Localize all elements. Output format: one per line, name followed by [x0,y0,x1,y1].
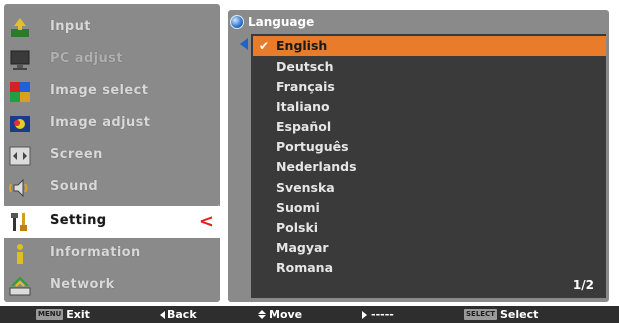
language-label: English [276,38,328,53]
active-chevron-icon: < [198,211,214,232]
move-hint: Move [258,308,302,321]
setting-icon [8,210,32,234]
pc-adjust-icon [8,48,32,72]
left-arrow-icon [160,310,165,319]
menu-item-pc-adjust[interactable]: PC adjust [4,44,220,76]
menu-item-network[interactable]: Network [4,270,220,302]
menu-key-icon: MENU [36,309,64,320]
main-menu-sidebar: Input PC adjust Image select Image adjus… [2,4,224,302]
language-option-espanol[interactable]: Español [276,117,576,137]
exit-hint-label: Exit [66,308,90,321]
menu-item-label: Network [50,277,115,292]
menu-item-label: Information [50,245,141,260]
menu-item-input[interactable]: Input [4,12,220,44]
bottom-hint-bar: MENU Exit Back Move ----- SELECT Select [0,306,619,323]
menu-item-information[interactable]: Information [4,238,220,270]
back-hint: Back [160,308,197,321]
information-icon [8,242,32,266]
menu-item-label: Sound [50,179,99,194]
right-hint-label: ----- [371,308,394,321]
image-adjust-icon [8,112,32,136]
input-icon [8,16,32,40]
panel-title-text: Language [248,15,315,29]
right-hint: ----- [362,308,394,321]
menu-item-label: Setting [50,213,107,228]
network-icon [8,274,32,298]
screen-icon [8,144,32,168]
sound-icon [8,176,32,200]
language-option-polski[interactable]: Polski [276,218,576,238]
menu-item-screen[interactable]: Screen [4,140,220,172]
select-key-icon: SELECT [464,309,497,320]
select-hint-label: Select [499,308,539,321]
menu-item-label: Image select [50,83,149,98]
up-down-arrow-icon [258,310,266,319]
checkmark-icon: ✔ [259,39,270,53]
language-option-svenska[interactable]: Svenska [276,178,576,198]
language-option-romana[interactable]: Romana [276,258,576,278]
menu-item-image-select[interactable]: Image select [4,76,220,108]
panel-title: Language [230,13,314,31]
exit-hint: MENU Exit [36,308,90,321]
menu-item-label: PC adjust [50,51,123,66]
menu-item-setting[interactable]: Setting < [2,206,224,238]
language-option-francais[interactable]: Français [276,77,576,97]
language-option-suomi[interactable]: Suomi [276,198,576,218]
language-panel: Language ✔ English Deutsch Français Ital… [228,10,609,302]
select-hint: SELECT Select [464,308,538,321]
language-list: ✔ English Deutsch Français Italiano Espa… [251,34,606,298]
back-hint-label: Back [167,308,197,321]
menu-item-sound[interactable]: Sound [4,172,220,204]
language-option-english[interactable]: ✔ English [253,36,606,56]
menu-item-label: Image adjust [50,115,151,130]
language-option-italiano[interactable]: Italiano [276,97,576,117]
page-indicator: 1/2 [572,278,594,292]
globe-icon [230,15,244,29]
language-option-portugues[interactable]: Português [276,137,576,157]
language-option-deutsch[interactable]: Deutsch [276,57,576,77]
move-hint-label: Move [269,308,303,321]
image-select-icon [8,80,32,104]
back-arrow-icon[interactable] [240,38,248,50]
right-arrow-icon [362,310,367,319]
menu-item-image-adjust[interactable]: Image adjust [4,108,220,140]
language-option-nederlands[interactable]: Nederlands [276,157,576,177]
menu-item-label: Screen [50,147,103,162]
language-option-magyar[interactable]: Magyar [276,238,576,258]
menu-item-label: Input [50,19,91,34]
